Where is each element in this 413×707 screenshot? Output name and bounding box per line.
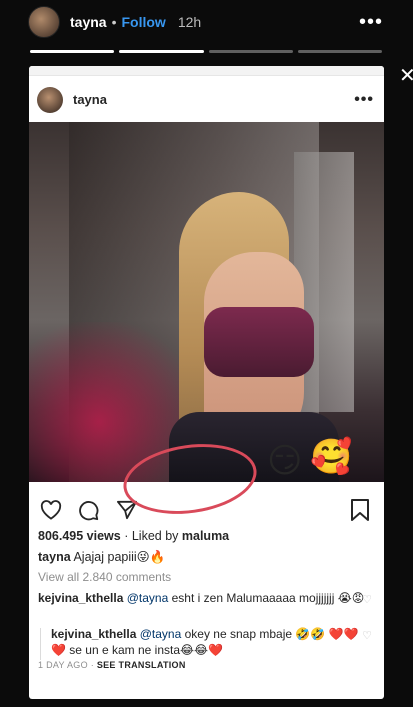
separator-dot: ·	[124, 529, 132, 543]
post-photo[interactable]: 😏 🥰	[29, 122, 384, 482]
post-avatar[interactable]	[37, 86, 63, 113]
bookmark-icon[interactable]	[346, 496, 374, 524]
liked-by-prefix: Liked by	[131, 529, 179, 543]
follow-button[interactable]: Follow	[121, 14, 165, 30]
post-more-icon[interactable]: •••	[354, 91, 374, 109]
comment-username[interactable]: kejvina_kthella	[51, 627, 136, 641]
hearts-face-emoji: 🥰	[310, 438, 353, 476]
post-meta: 806.495 views · Liked by maluma	[38, 529, 374, 543]
post-timestamp: 1 DAY AGO · SEE TRANSLATION	[38, 660, 186, 670]
like-icon[interactable]	[37, 496, 65, 524]
view-all-comments-link[interactable]: View all 2.840 comments	[38, 570, 171, 584]
comment-reply: kejvina_kthella @tayna okey ne snap mbaj…	[40, 626, 372, 660]
progress-segment	[119, 50, 204, 53]
smirk-emoji: 😏	[267, 442, 303, 480]
time-ago: 1 DAY AGO	[38, 660, 88, 670]
see-translation-link[interactable]: SEE TRANSLATION	[97, 660, 186, 670]
story-username[interactable]: tayna	[70, 14, 107, 30]
comment-mention[interactable]: @tayna	[127, 591, 169, 605]
avatar[interactable]	[28, 6, 60, 38]
comment: kejvina_kthella @tayna esht i zen Maluma…	[38, 590, 372, 606]
caption-text: Ajajaj papiii😜🔥	[73, 550, 166, 564]
caption-username[interactable]: tayna	[38, 550, 71, 564]
close-icon[interactable]: ✕	[399, 66, 413, 86]
story-progress	[30, 50, 382, 53]
post-header: tayna •••	[29, 76, 384, 123]
photo-top	[204, 307, 314, 377]
comment-like-icon[interactable]: ♡	[362, 628, 372, 644]
card-top-strip	[29, 66, 384, 76]
progress-segment	[208, 50, 293, 53]
comment-mention[interactable]: @tayna	[140, 627, 182, 641]
progress-segment	[297, 50, 382, 53]
view-count[interactable]: 806.495 views	[38, 529, 121, 543]
separator-dot: •	[111, 14, 117, 30]
comment-text: esht i zen Malumaaaaa mojjjjjjj 😭😡	[171, 591, 365, 605]
comment-icon[interactable]	[75, 496, 103, 524]
progress-segment	[30, 50, 115, 53]
post-card: tayna ••• 😏 🥰 806.495 views · Liked by m…	[29, 66, 384, 699]
comment-like-icon[interactable]: ♡	[362, 592, 372, 608]
more-options-icon[interactable]: •••	[359, 11, 383, 34]
story-time: 12h	[177, 14, 202, 30]
post-username[interactable]: tayna	[73, 92, 107, 107]
post-caption: tayna Ajajaj papiii😜🔥	[38, 549, 374, 565]
comment-username[interactable]: kejvina_kthella	[38, 591, 123, 605]
liked-by-user[interactable]: maluma	[182, 529, 229, 543]
story-header: tayna • Follow 12h •••	[28, 6, 383, 38]
